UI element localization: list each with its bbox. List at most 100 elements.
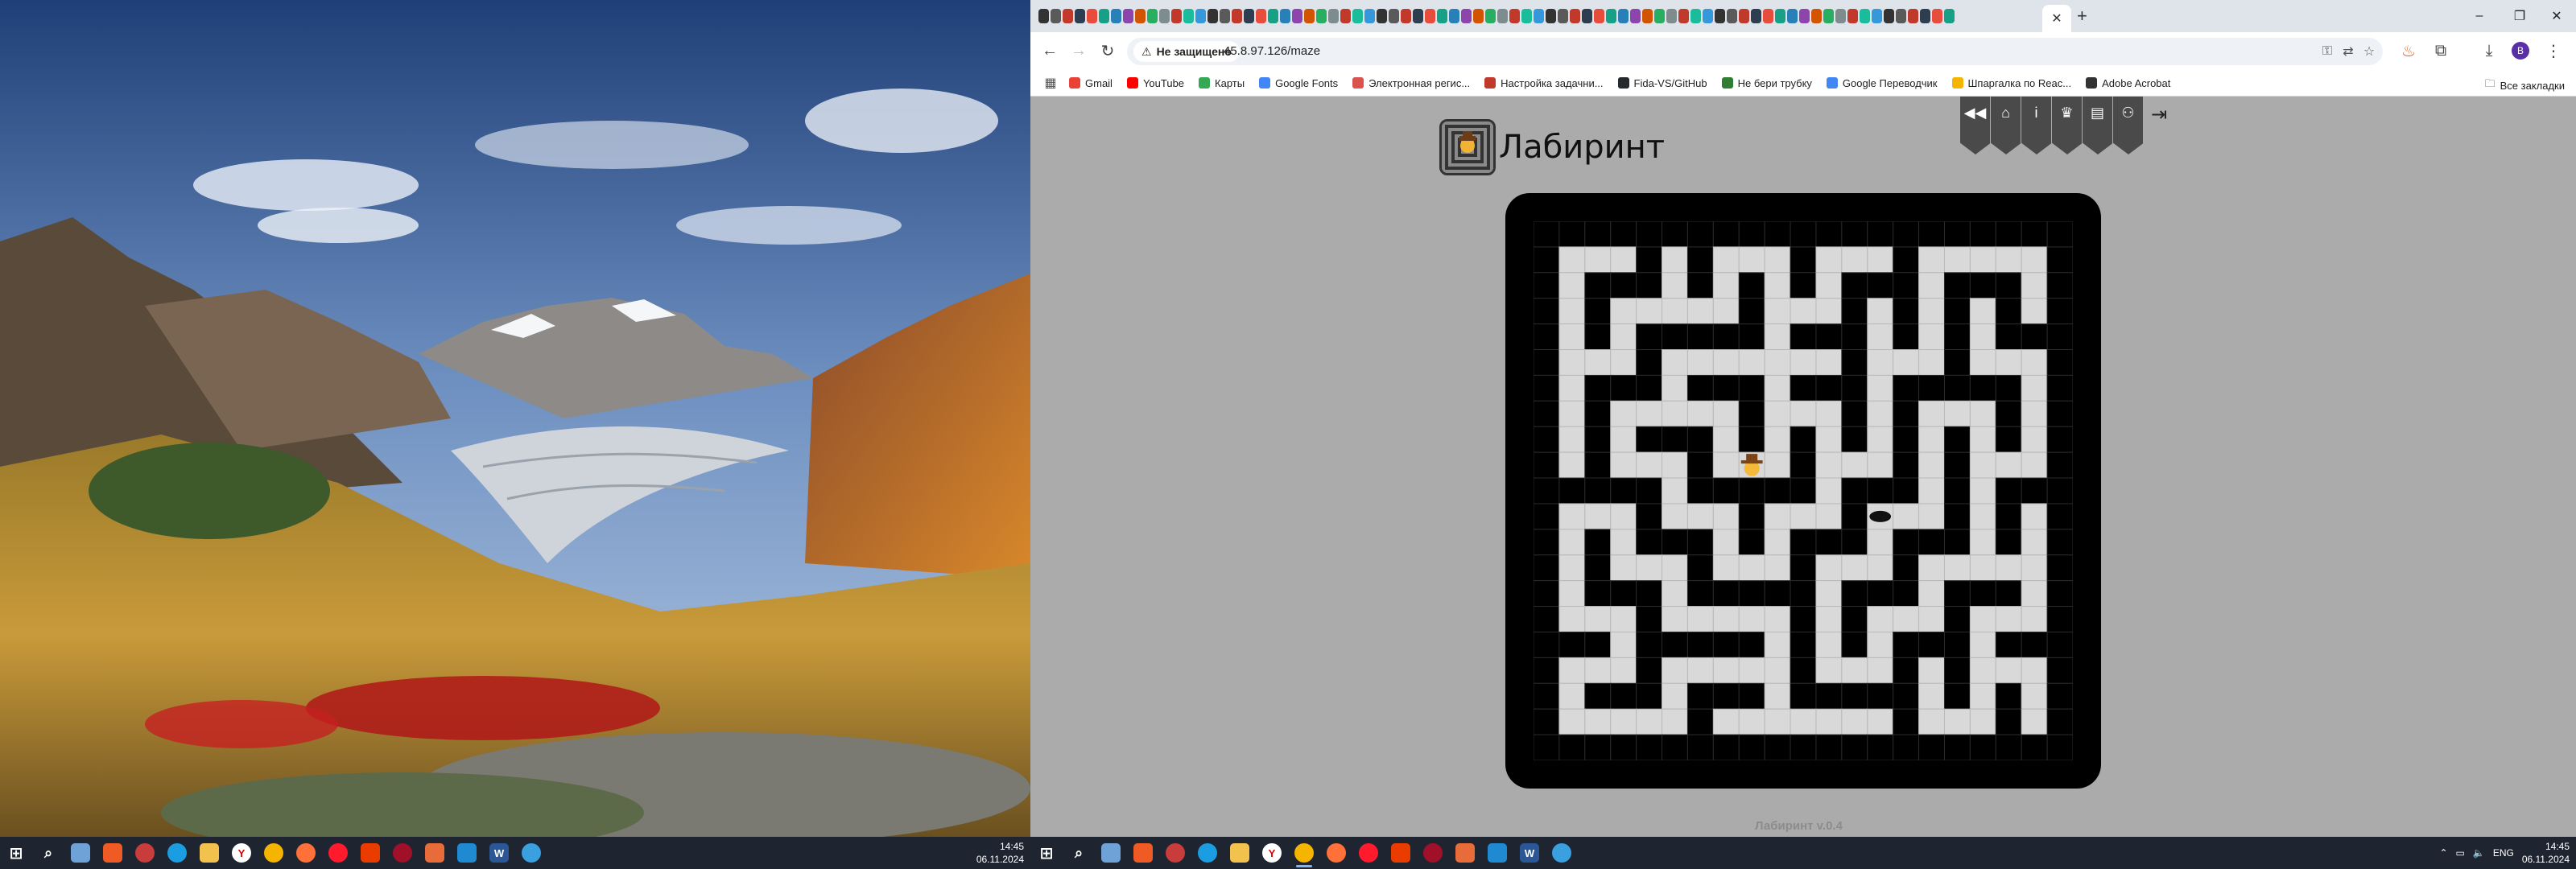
pinned-tab[interactable]	[1280, 9, 1290, 23]
bookmark-item[interactable]: Настройка задачни...	[1484, 77, 1604, 89]
opera-gx-icon[interactable]	[1417, 837, 1449, 869]
restore-button[interactable]: ❐	[2504, 5, 2536, 27]
notepad-icon[interactable]	[64, 837, 97, 869]
opera-gx-icon[interactable]	[386, 837, 419, 869]
bookmark-item[interactable]: Adobe Acrobat	[2086, 77, 2170, 89]
pinned-tab[interactable]	[1244, 9, 1254, 23]
pinned-tab[interactable]	[1087, 9, 1097, 23]
pinned-tab[interactable]	[1703, 9, 1713, 23]
pinned-tab[interactable]	[1449, 9, 1459, 23]
pinned-tab[interactable]	[1437, 9, 1447, 23]
pinned-tab[interactable]	[1630, 9, 1641, 23]
pinned-tab[interactable]	[1739, 9, 1749, 23]
maze-grid[interactable]	[1534, 221, 2073, 760]
notepad-icon[interactable]	[1095, 837, 1127, 869]
pinned-tab[interactable]	[1860, 9, 1870, 23]
pinned-tab[interactable]	[1642, 9, 1653, 23]
clock-right[interactable]: 14:45 06.11.2024	[2522, 840, 2570, 866]
cloud-icon[interactable]	[515, 837, 547, 869]
pinned-tab[interactable]	[1461, 9, 1472, 23]
pinned-tab[interactable]	[1787, 9, 1798, 23]
chrome-icon[interactable]	[258, 837, 290, 869]
opera-icon[interactable]	[1352, 837, 1385, 869]
pinned-tab[interactable]	[1847, 9, 1858, 23]
pinned-tab[interactable]	[1413, 9, 1423, 23]
pinned-tab[interactable]	[1220, 9, 1230, 23]
bookmark-item[interactable]: Gmail	[1069, 77, 1113, 89]
home-icon[interactable]: ⌂	[1991, 97, 2021, 154]
minimize-button[interactable]: –	[2463, 5, 2496, 27]
all-bookmarks-button[interactable]: 🗀 Все закладки	[2485, 76, 2565, 94]
pinned-tab[interactable]	[1521, 9, 1532, 23]
explorer-icon[interactable]	[193, 837, 225, 869]
rewind-icon[interactable]: ◀◀	[1960, 97, 1991, 154]
pinned-tab[interactable]	[1715, 9, 1725, 23]
pinned-tab[interactable]	[1763, 9, 1773, 23]
pinned-tab[interactable]	[1195, 9, 1206, 23]
cloud-icon[interactable]	[1546, 837, 1578, 869]
bookmark-item[interactable]: Не бери трубку	[1721, 77, 1812, 89]
new-tab-icon[interactable]: +	[2077, 6, 2087, 26]
network-icon[interactable]: ▭	[2456, 847, 2465, 859]
pinned-tab[interactable]	[1171, 9, 1182, 23]
pinned-tab[interactable]	[1751, 9, 1761, 23]
forward-icon[interactable]: →	[1069, 41, 1088, 60]
firefox-icon[interactable]	[290, 837, 322, 869]
pinned-tab[interactable]	[1509, 9, 1520, 23]
pinned-tab[interactable]	[1159, 9, 1170, 23]
pinned-tab[interactable]	[1425, 9, 1435, 23]
users-icon[interactable]: ⚇	[2113, 97, 2144, 154]
bookmark-item[interactable]: Шпаргалка по Reac...	[1951, 77, 2071, 89]
pinned-tab[interactable]	[1389, 9, 1399, 23]
pinned-tab[interactable]	[1377, 9, 1387, 23]
search-icon[interactable]: ⌕	[1063, 837, 1095, 869]
edge-icon[interactable]	[161, 837, 193, 869]
pinned-tab[interactable]	[1678, 9, 1689, 23]
pinned-tab[interactable]	[1340, 9, 1351, 23]
pinned-tab[interactable]	[1908, 9, 1918, 23]
bookmark-item[interactable]: Карты	[1199, 77, 1245, 89]
chrome-icon[interactable]	[1288, 837, 1320, 869]
bookmark-item[interactable]: Google Переводчик	[1826, 77, 1938, 89]
profile-avatar[interactable]: B	[2512, 42, 2529, 60]
pinned-tab[interactable]	[1075, 9, 1085, 23]
pinned-tab[interactable]	[1944, 9, 1955, 23]
yandex-icon[interactable]: Y	[225, 837, 258, 869]
office-icon[interactable]	[1385, 837, 1417, 869]
pinned-tab[interactable]	[1546, 9, 1556, 23]
trophy-icon[interactable]: ♛	[2052, 97, 2083, 154]
pinned-tab[interactable]	[1884, 9, 1894, 23]
edge-icon[interactable]	[1191, 837, 1224, 869]
logout-icon[interactable]: ⇥	[2144, 98, 2174, 130]
pinned-tab[interactable]	[1558, 9, 1568, 23]
pinned-tab[interactable]	[1799, 9, 1810, 23]
stack-icon[interactable]	[419, 837, 451, 869]
pinned-tab[interactable]	[1811, 9, 1822, 23]
pinned-tab[interactable]	[1727, 9, 1737, 23]
pinned-tab[interactable]	[1654, 9, 1665, 23]
firefox-icon[interactable]	[1320, 837, 1352, 869]
pinned-tab[interactable]	[1896, 9, 1906, 23]
pinned-tab[interactable]	[1304, 9, 1315, 23]
pinned-tab[interactable]	[1051, 9, 1061, 23]
info-icon[interactable]: i	[2021, 97, 2052, 154]
pinned-tab[interactable]	[1497, 9, 1508, 23]
vscode-icon[interactable]	[1481, 837, 1513, 869]
word-icon[interactable]: W	[483, 837, 515, 869]
pinned-tab[interactable]	[1063, 9, 1073, 23]
pinned-tab[interactable]	[1485, 9, 1496, 23]
brave-icon[interactable]	[1127, 837, 1159, 869]
bookmark-item[interactable]: Google Fonts	[1259, 77, 1338, 89]
office-icon[interactable]	[354, 837, 386, 869]
pinned-tab[interactable]	[1823, 9, 1834, 23]
reload-icon[interactable]: ↻	[1098, 41, 1117, 60]
extension-flame-icon[interactable]: ♨	[2399, 41, 2418, 60]
clock-left[interactable]: 14:45 06.11.2024	[976, 840, 1024, 866]
pinned-tab[interactable]	[1690, 9, 1701, 23]
yandex-icon[interactable]: Y	[1256, 837, 1288, 869]
pinned-tab[interactable]	[1835, 9, 1846, 23]
volume-icon[interactable]: 🔈	[2473, 847, 2485, 859]
language-indicator[interactable]: ENG	[2493, 847, 2514, 859]
search-icon[interactable]: ⌕	[32, 837, 64, 869]
close-window-button[interactable]: ✕	[2541, 5, 2573, 27]
